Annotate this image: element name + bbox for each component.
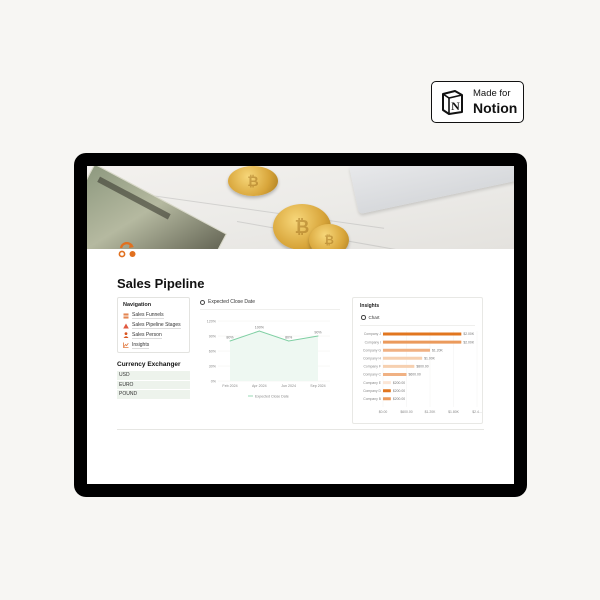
- category-label: Company B: [363, 397, 381, 401]
- currency-row-euro[interactable]: EURO: [117, 380, 190, 389]
- currency-title: Currency Exchanger: [117, 361, 181, 368]
- funnel-icon: [123, 313, 129, 319]
- data-label: 80%: [285, 336, 293, 340]
- line-chart-title: Expected Close Date: [208, 299, 255, 305]
- insights-title: Insights: [360, 303, 380, 309]
- legend-label: Expected Close Date: [255, 394, 289, 398]
- bar: [383, 381, 391, 385]
- line-chart-header: Expected Close Date: [200, 297, 340, 307]
- data-label: 90%: [314, 331, 322, 335]
- data-point: [317, 335, 319, 337]
- category-label: Company J: [364, 332, 381, 336]
- currency-row-usd[interactable]: USD: [117, 371, 190, 380]
- nav-link-insights[interactable]: Insights: [123, 340, 184, 350]
- bar: [383, 340, 462, 344]
- category-label: Company I: [365, 340, 381, 344]
- y-tick-label: 60%: [209, 349, 217, 353]
- y-tick-label: 90%: [209, 334, 217, 338]
- x-tick-label: Jun 2024: [281, 384, 296, 388]
- x-tick-label: Apr 2024: [252, 384, 267, 388]
- data-label: $200.00: [393, 397, 405, 401]
- x-tick-label: $1.20K: [425, 410, 436, 414]
- data-point: [288, 340, 290, 342]
- data-point: [258, 330, 260, 332]
- laptop-shape: [348, 166, 514, 215]
- data-label: $600.00: [409, 373, 421, 377]
- data-label: $800.00: [416, 365, 428, 369]
- x-tick-label: $2.4...: [472, 410, 481, 414]
- tablet-frame: Sales Pipeline Navigation Sales Funnels …: [74, 153, 527, 497]
- nav-link-sales-funnels[interactable]: Sales Funnels: [123, 311, 184, 321]
- chart-icon: [123, 342, 129, 349]
- page-icon: [117, 238, 139, 260]
- cover-image: [87, 166, 514, 249]
- navigation-title: Navigation: [123, 302, 152, 308]
- bar: [383, 332, 462, 336]
- person-icon: [123, 332, 129, 339]
- navigation-callout: Navigation Sales Funnels Sales Pipeline …: [117, 297, 190, 353]
- nav-link-sales-person[interactable]: Sales Person: [123, 331, 184, 341]
- bar: [383, 356, 423, 360]
- y-tick-label: 30%: [209, 364, 217, 368]
- product-mockup: N Made for Notion ₿ ₿ ₿ Sales Pipeline N…: [0, 0, 600, 600]
- y-tick-label: 0%: [211, 379, 217, 383]
- line-chart-svg: 0% 30% 60% 90% 120% 80% Feb 2024 100% Apr 2024 80…: [207, 319, 330, 398]
- svg-text:N: N: [451, 99, 460, 113]
- page-title: Sales Pipeline: [117, 276, 205, 291]
- x-tick-label: $0.00: [379, 410, 388, 414]
- divider: [117, 429, 484, 430]
- data-label: $1.00K: [424, 357, 435, 361]
- divider: [200, 309, 340, 310]
- x-tick-label: $1.80K: [448, 410, 459, 414]
- data-label: $2.00K: [463, 332, 474, 336]
- made-for-notion-badge: N Made for Notion: [431, 81, 524, 123]
- x-tick-label: $600.00: [400, 410, 412, 414]
- category-label: Company E: [363, 381, 381, 385]
- clock-icon: [200, 299, 205, 305]
- data-label: 100%: [255, 326, 265, 330]
- dollar-bill-shape: [87, 166, 227, 249]
- stages-icon: [123, 323, 129, 329]
- bar: [383, 348, 430, 352]
- divider: [360, 325, 475, 326]
- bar: [383, 373, 407, 376]
- x-tick-label: Feb 2024: [222, 384, 237, 388]
- chart-view-icon: [361, 315, 366, 320]
- expected-close-date-chart: Expected Close Date 0% 30% 60% 90% 120% 80% Fe…: [200, 297, 340, 407]
- bar-chart-svg: $0.00 $600.00 $1.20K $1.80K $2.4... Company J…: [363, 331, 482, 414]
- bar: [383, 389, 391, 393]
- category-label: Company D: [363, 389, 381, 393]
- coin-shape: [228, 166, 278, 196]
- data-label: $200.00: [393, 381, 405, 385]
- insights-tab-chart[interactable]: Chart: [361, 315, 380, 320]
- category-label: Company C: [363, 373, 381, 377]
- category-label: Company F: [363, 365, 381, 369]
- data-label: $200.00: [393, 389, 405, 393]
- data-point: [229, 340, 231, 342]
- badge-line1: Made for: [473, 88, 511, 100]
- currency-row-pound[interactable]: POUND: [117, 390, 190, 399]
- x-tick-label: Sep 2024: [310, 384, 325, 388]
- data-label: 80%: [226, 336, 234, 340]
- data-label: $2.00K: [463, 340, 474, 344]
- coin-shape: [309, 224, 349, 249]
- badge-line2: Notion: [473, 99, 518, 116]
- data-label: $1.20K: [432, 348, 443, 352]
- y-tick-label: 120%: [207, 319, 217, 323]
- bar: [383, 364, 415, 368]
- bar: [383, 397, 391, 401]
- notion-page: Sales Pipeline Navigation Sales Funnels …: [87, 166, 514, 484]
- nav-link-sales-pipeline-stages[interactable]: Sales Pipeline Stages: [123, 321, 184, 331]
- category-label: Company G: [363, 348, 381, 352]
- category-label: Company H: [363, 357, 381, 361]
- insights-panel: Insights Chart $0.00 $600.00 $1.20K $1.80K $…: [352, 297, 483, 424]
- notion-logo-icon: N: [440, 89, 464, 115]
